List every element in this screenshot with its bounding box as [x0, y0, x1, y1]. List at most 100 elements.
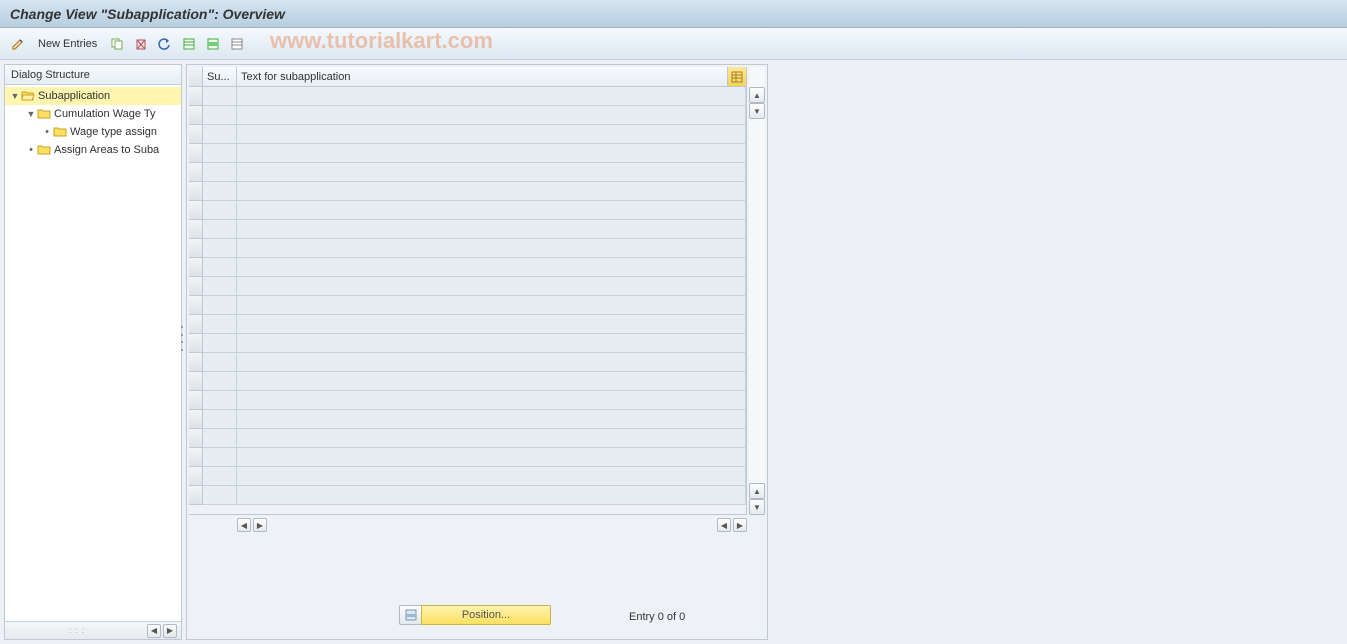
row-selector[interactable] [189, 258, 203, 277]
row-selector[interactable] [189, 372, 203, 391]
scroll-up-step-button[interactable]: ▲ [749, 483, 765, 499]
table-row[interactable] [189, 258, 746, 277]
table-row[interactable] [189, 239, 746, 258]
table-row[interactable] [189, 87, 746, 106]
new-entries-button[interactable]: New Entries [32, 34, 103, 54]
cell-su[interactable] [203, 486, 237, 505]
cell-su[interactable] [203, 125, 237, 144]
cell-su[interactable] [203, 182, 237, 201]
cell-text[interactable] [237, 315, 746, 334]
scroll-down-button[interactable]: ▼ [749, 499, 765, 515]
cell-su[interactable] [203, 429, 237, 448]
cell-su[interactable] [203, 163, 237, 182]
cell-su[interactable] [203, 334, 237, 353]
table-row[interactable] [189, 315, 746, 334]
scroll-left-step-button[interactable]: ◀ [717, 518, 731, 532]
table-row[interactable] [189, 220, 746, 239]
delete-icon[interactable] [131, 34, 151, 54]
table-row[interactable] [189, 144, 746, 163]
tree-item-wage-type-assign[interactable]: • Wage type assign [5, 123, 181, 141]
row-selector[interactable] [189, 220, 203, 239]
cell-text[interactable] [237, 296, 746, 315]
tree-item-cumulation-wage[interactable]: ▼ Cumulation Wage Ty [5, 105, 181, 123]
scroll-left-button[interactable]: ◀ [147, 624, 161, 638]
table-row[interactable] [189, 277, 746, 296]
scroll-up-button[interactable]: ▲ [749, 87, 765, 103]
row-selector[interactable] [189, 182, 203, 201]
scroll-track[interactable] [269, 518, 715, 532]
cell-text[interactable] [237, 334, 746, 353]
table-row[interactable] [189, 163, 746, 182]
cell-su[interactable] [203, 239, 237, 258]
cell-su[interactable] [203, 144, 237, 163]
panel-drag-handle-icon[interactable]: : : : [9, 626, 145, 635]
cell-su[interactable] [203, 410, 237, 429]
scroll-left-button[interactable]: ◀ [237, 518, 251, 532]
cell-su[interactable] [203, 87, 237, 106]
row-selector[interactable] [189, 163, 203, 182]
cell-text[interactable] [237, 391, 746, 410]
table-row[interactable] [189, 410, 746, 429]
cell-su[interactable] [203, 220, 237, 239]
table-row[interactable] [189, 486, 746, 505]
select-block-icon[interactable] [203, 34, 223, 54]
tree-item-assign-areas[interactable]: • Assign Areas to Suba [5, 141, 181, 159]
table-row[interactable] [189, 391, 746, 410]
position-button[interactable]: Position... [399, 605, 551, 625]
cell-text[interactable] [237, 125, 746, 144]
table-row[interactable] [189, 448, 746, 467]
cell-text[interactable] [237, 448, 746, 467]
table-row[interactable] [189, 296, 746, 315]
row-selector[interactable] [189, 353, 203, 372]
row-selector[interactable] [189, 334, 203, 353]
cell-su[interactable] [203, 296, 237, 315]
cell-text[interactable] [237, 106, 746, 125]
cell-su[interactable] [203, 467, 237, 486]
deselect-all-icon[interactable] [227, 34, 247, 54]
table-config-button[interactable] [728, 67, 746, 87]
table-row[interactable] [189, 125, 746, 144]
cell-text[interactable] [237, 258, 746, 277]
cell-su[interactable] [203, 353, 237, 372]
cell-text[interactable] [237, 144, 746, 163]
select-all-icon[interactable] [179, 34, 199, 54]
table-row[interactable] [189, 353, 746, 372]
scroll-down-step-button[interactable]: ▼ [749, 103, 765, 119]
cell-text[interactable] [237, 372, 746, 391]
cell-su[interactable] [203, 106, 237, 125]
change-mode-icon[interactable] [8, 34, 28, 54]
scroll-right-button[interactable]: ▶ [163, 624, 177, 638]
row-selector[interactable] [189, 277, 203, 296]
cell-text[interactable] [237, 239, 746, 258]
table-row[interactable] [189, 429, 746, 448]
cell-text[interactable] [237, 429, 746, 448]
row-selector[interactable] [189, 486, 203, 505]
cell-su[interactable] [203, 391, 237, 410]
undo-icon[interactable] [155, 34, 175, 54]
cell-text[interactable] [237, 182, 746, 201]
tree-toggle-icon[interactable]: ▼ [9, 91, 21, 101]
table-row[interactable] [189, 201, 746, 220]
scroll-right-step-button[interactable]: ▶ [253, 518, 267, 532]
table-row[interactable] [189, 467, 746, 486]
row-selector[interactable] [189, 239, 203, 258]
row-selector[interactable] [189, 144, 203, 163]
table-row[interactable] [189, 334, 746, 353]
cell-text[interactable] [237, 163, 746, 182]
cell-su[interactable] [203, 258, 237, 277]
row-selector[interactable] [189, 87, 203, 106]
row-selector[interactable] [189, 391, 203, 410]
table-row[interactable] [189, 182, 746, 201]
table-row[interactable] [189, 106, 746, 125]
row-selector[interactable] [189, 448, 203, 467]
column-header-su[interactable]: Su... [203, 67, 237, 87]
row-selector[interactable] [189, 125, 203, 144]
cell-text[interactable] [237, 220, 746, 239]
cell-text[interactable] [237, 353, 746, 372]
cell-text[interactable] [237, 201, 746, 220]
tree-toggle-icon[interactable]: ▼ [25, 109, 37, 119]
copy-icon[interactable] [107, 34, 127, 54]
row-selector[interactable] [189, 315, 203, 334]
column-header-text[interactable]: Text for subapplication [237, 67, 728, 87]
splitter-handle-icon[interactable] [179, 323, 185, 353]
